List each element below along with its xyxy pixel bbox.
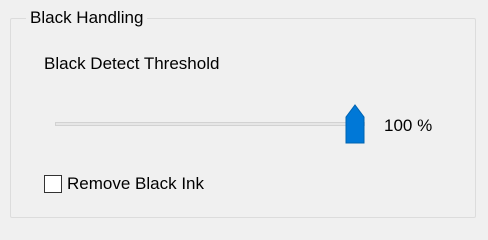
remove-black-ink-checkbox[interactable] bbox=[44, 175, 62, 193]
slider-track[interactable] bbox=[55, 122, 365, 126]
black-handling-title: Black Handling bbox=[26, 6, 148, 30]
slider-thumb[interactable] bbox=[345, 104, 365, 144]
black-detect-threshold-label: Black Detect Threshold bbox=[44, 54, 220, 73]
threshold-value-text: 100 % bbox=[384, 116, 433, 135]
remove-black-ink-option[interactable]: Remove Black Ink bbox=[44, 172, 204, 196]
black-detect-threshold-slider[interactable] bbox=[55, 100, 365, 150]
remove-black-ink-label[interactable]: Remove Black Ink bbox=[67, 172, 204, 196]
